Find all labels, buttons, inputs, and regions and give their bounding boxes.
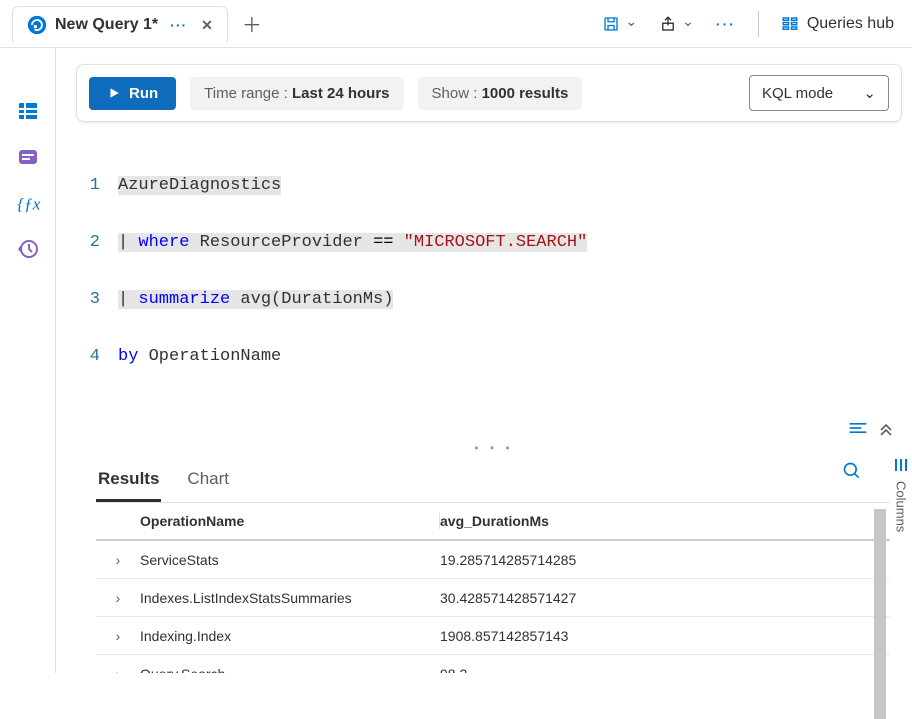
table-row[interactable]: ›Indexing.Index1908.857142857143 xyxy=(96,617,890,655)
column-header-operation[interactable]: OperationName xyxy=(140,513,440,529)
run-label: Run xyxy=(129,85,158,102)
time-range-picker[interactable]: Time range : Last 24 hours xyxy=(190,77,403,110)
expand-row-icon[interactable]: › xyxy=(96,552,140,568)
expand-row-icon[interactable]: › xyxy=(96,590,140,606)
functions-icon[interactable]: {ƒx} xyxy=(15,190,41,216)
code-line: | summarize avg(DurationMs) xyxy=(118,290,912,309)
history-icon[interactable] xyxy=(15,236,41,262)
add-tab-button[interactable]: ＋ xyxy=(242,9,262,38)
line-number: 2 xyxy=(76,233,118,252)
left-rail: {ƒx} xyxy=(0,48,56,673)
results-table: OperationName avg_DurationMs ›ServiceSta… xyxy=(96,503,890,673)
mode-value: KQL mode xyxy=(762,85,833,102)
divider xyxy=(758,11,759,37)
chevron-down-icon: ⌄ xyxy=(863,84,876,102)
table-row[interactable]: ›Query.Search98.2 xyxy=(96,655,890,673)
queries-icon[interactable] xyxy=(15,144,41,170)
queries-hub-label: Queries hub xyxy=(807,15,894,33)
queries-hub-button[interactable]: Queries hub xyxy=(781,15,894,33)
tab-title: New Query 1* xyxy=(55,16,158,34)
time-range-value: Last 24 hours xyxy=(292,85,390,102)
top-actions: ··· Queries hub xyxy=(602,11,900,37)
line-number: 4 xyxy=(76,347,118,366)
cell-duration: 1908.857142857143 xyxy=(440,628,890,644)
show-label: Show : xyxy=(432,85,478,102)
tab-more-icon[interactable]: ··· xyxy=(170,17,187,33)
column-header-duration[interactable]: avg_DurationMs xyxy=(440,513,890,529)
expand-row-icon[interactable]: › xyxy=(96,628,140,644)
more-actions-button[interactable]: ··· xyxy=(716,16,736,32)
cell-operation: ServiceStats xyxy=(140,552,440,568)
query-tab[interactable]: New Query 1* ··· ✕ xyxy=(12,6,228,43)
table-header: OperationName avg_DurationMs xyxy=(96,503,890,541)
cell-operation: Query.Search xyxy=(140,666,440,674)
cell-duration: 19.285714285714285 xyxy=(440,552,890,568)
save-button[interactable] xyxy=(602,15,637,33)
code-line: by OperationName xyxy=(118,347,912,366)
code-line: AzureDiagnostics xyxy=(118,176,912,195)
show-limit-picker[interactable]: Show : 1000 results xyxy=(418,77,583,110)
show-value: 1000 results xyxy=(482,85,569,102)
table-row[interactable]: ›ServiceStats19.285714285714285 xyxy=(96,541,890,579)
tab-bar: New Query 1* ··· ✕ ＋ ··· Queries hub xyxy=(0,0,912,48)
run-button[interactable]: Run xyxy=(89,77,176,110)
split-handle[interactable]: • • • xyxy=(76,439,912,457)
code-editor[interactable]: 1AzureDiagnostics 2| where ResourceProvi… xyxy=(76,134,912,416)
query-toolbar: Run Time range : Last 24 hours Show : 10… xyxy=(76,64,902,122)
results-panel: Results Chart OperationName avg_Duration… xyxy=(96,457,890,673)
columns-toggle[interactable]: Columns xyxy=(890,457,912,673)
cell-duration: 98.2 xyxy=(440,666,890,674)
cell-operation: Indexes.ListIndexStatsSummaries xyxy=(140,590,440,606)
log-analytics-icon xyxy=(27,15,47,35)
tab-results[interactable]: Results xyxy=(96,463,161,502)
line-number: 3 xyxy=(76,290,118,309)
tab-chart[interactable]: Chart xyxy=(185,463,231,502)
tables-icon[interactable] xyxy=(15,98,41,124)
share-button[interactable] xyxy=(659,15,694,33)
cell-duration: 30.428571428571427 xyxy=(440,590,890,606)
code-line: | where ResourceProvider == "MICROSOFT.S… xyxy=(118,233,912,252)
close-icon[interactable]: ✕ xyxy=(201,17,213,34)
table-row[interactable]: ›Indexes.ListIndexStatsSummaries30.42857… xyxy=(96,579,890,617)
mode-select[interactable]: KQL mode ⌄ xyxy=(749,75,889,111)
cell-operation: Indexing.Index xyxy=(140,628,440,644)
expand-row-icon[interactable]: › xyxy=(96,666,140,674)
svg-text:{ƒx}: {ƒx} xyxy=(17,195,41,214)
line-number: 1 xyxy=(76,176,118,195)
scrollbar[interactable] xyxy=(874,509,886,719)
columns-label: Columns xyxy=(894,481,909,532)
collapse-up-icon[interactable] xyxy=(878,420,894,439)
format-icon[interactable] xyxy=(848,420,868,439)
search-icon[interactable] xyxy=(842,461,862,486)
time-range-label: Time range : xyxy=(204,85,288,102)
